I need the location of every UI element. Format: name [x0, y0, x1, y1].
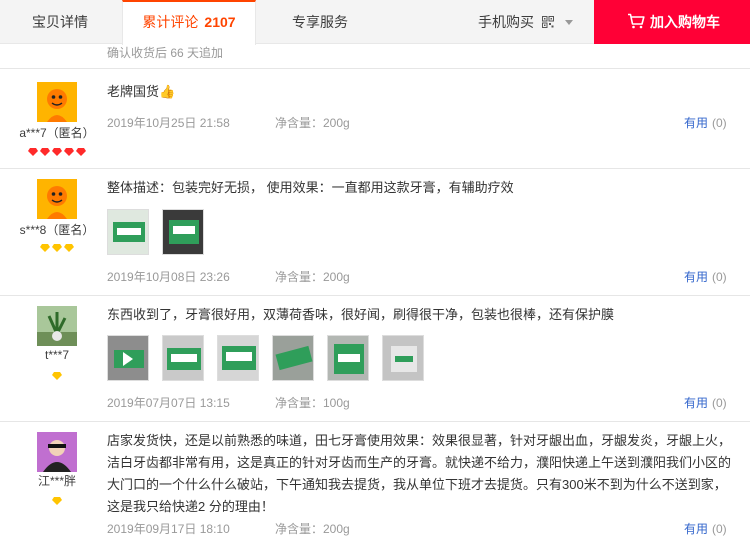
tab-reviews-label: 累计评论: [142, 14, 199, 30]
review-meta: 2019年10月08日 23:26 净含量：200g: [107, 268, 350, 285]
useful-label: 有用: [684, 522, 709, 536]
review-photo[interactable]: [327, 335, 369, 381]
review-meta: 2019年10月25日 21:58 净含量：200g: [107, 114, 350, 131]
review-text: 整体描述：包装完好无损， 使用效果：一直都用这款牙膏，有辅助疗效: [107, 180, 514, 195]
toothpaste-photo-icon: [273, 336, 313, 380]
review-date: 2019年10月25日 21:58: [107, 116, 230, 130]
orange-mascot-avatar: [37, 179, 77, 219]
toothpaste-photo-icon: [218, 336, 258, 380]
toothpaste-photo-icon: [108, 336, 148, 380]
useful-button[interactable]: 有用 (0): [684, 520, 727, 537]
review-date: 2019年07月07日 13:15: [107, 396, 230, 410]
useful-count: (0): [712, 396, 727, 410]
tab-service[interactable]: 专享服务: [256, 0, 384, 44]
tab-bar: 宝贝详情 累计评论 2107 专享服务 手机购买 加入购物车: [0, 0, 750, 45]
toothpaste-photo-icon: [163, 210, 203, 254]
review-text: 老牌国货👍: [107, 84, 176, 99]
review-meta: 2019年09月17日 18:10 净含量：200g: [107, 520, 350, 537]
review-item: t***7 东西收到了，牙膏很好用，双薄荷香味，很好闻，刷得很干净，包装也很棒，…: [0, 296, 750, 421]
tab-item-detail[interactable]: 宝贝详情: [0, 0, 120, 44]
chevron-down-icon[interactable]: [565, 20, 573, 25]
review-text: 店家发货快，还是以前熟悉的味道，田七牙膏使用效果：效果很显著，针对牙龈出血，牙龈…: [107, 433, 732, 514]
add-to-cart-button[interactable]: 加入购物车: [594, 0, 750, 44]
review-count: 2107: [204, 14, 236, 30]
reviewer-nickname: a***7（匿名）: [19, 126, 95, 140]
review-text: 东西收到了，牙膏很好用，双薄荷香味，很好闻，刷得很干净，包装也很棒，还有保护膜: [107, 307, 615, 322]
useful-count: (0): [712, 116, 727, 130]
gold-diamond-icon: [40, 243, 50, 252]
useful-button[interactable]: 有用 (0): [684, 394, 727, 411]
qr-code-icon[interactable]: [542, 16, 554, 28]
review-spec: 净含量：200g: [275, 522, 350, 536]
review-photo[interactable]: [272, 335, 314, 381]
red-heart-diamond-icon: [40, 147, 50, 156]
useful-count: (0): [712, 270, 727, 284]
review-date: 2019年09月17日 18:10: [107, 522, 230, 536]
review-item: a***7（匿名） 老牌国货👍 2019年10月25日 21:58 净含量：200…: [0, 69, 750, 168]
review-photo[interactable]: [217, 335, 259, 381]
review-item: s***8（匿名） 整体描述：包装完好无损， 使用效果：一直都用这款牙膏，有辅助…: [0, 169, 750, 295]
reviewer-level-badges: [0, 145, 114, 157]
review-photo[interactable]: [107, 335, 149, 381]
useful-button[interactable]: 有用 (0): [684, 114, 727, 131]
red-heart-diamond-icon: [64, 147, 74, 156]
orange-mascot-avatar: [37, 82, 77, 122]
review-spec: 净含量：200g: [275, 270, 350, 284]
gold-diamond-icon: [52, 243, 62, 252]
review-meta: 2019年07月07日 13:15 净含量：100g: [107, 394, 350, 411]
review-spec: 净含量：200g: [275, 116, 350, 130]
gold-diamond-icon: [64, 243, 74, 252]
tab-reviews[interactable]: 累计评论 2107: [122, 0, 256, 45]
review-spec: 净含量：100g: [275, 396, 350, 410]
cart-icon: [628, 13, 645, 29]
appended-review-note: 确认收货后 66 天追加: [107, 46, 224, 60]
review-date: 2019年10月08日 23:26: [107, 270, 230, 284]
person-photo-avatar: [37, 432, 77, 472]
toothpaste-photo-icon: [383, 336, 423, 380]
toothpaste-photo-icon: [163, 336, 203, 380]
reviewer-nickname: 江***胖: [37, 474, 76, 488]
reviewer-level-badges: [0, 241, 114, 253]
gold-diamond-icon: [52, 371, 62, 380]
review-item: 江***胖 店家发货快，还是以前熟悉的味道，田七牙膏使用效果：效果很显著，针对牙…: [0, 422, 750, 547]
useful-button[interactable]: 有用 (0): [684, 268, 727, 285]
useful-label: 有用: [684, 396, 709, 410]
review-photo[interactable]: [162, 209, 204, 255]
useful-label: 有用: [684, 116, 709, 130]
mobile-buy-link[interactable]: 手机购买: [478, 0, 534, 44]
red-heart-diamond-icon: [52, 147, 62, 156]
reviewer-level-badges: [0, 494, 114, 506]
review-photo[interactable]: [107, 209, 149, 255]
gold-diamond-icon: [52, 496, 62, 505]
reviewer-level-badges: [0, 369, 114, 381]
toothpaste-photo-icon: [328, 336, 368, 380]
useful-label: 有用: [684, 270, 709, 284]
useful-count: (0): [712, 522, 727, 536]
reviewer-nickname: t***7: [44, 348, 70, 362]
red-heart-diamond-icon: [28, 147, 38, 156]
add-to-cart-label: 加入购物车: [650, 14, 720, 30]
toothpaste-photo-icon: [108, 210, 148, 254]
red-heart-diamond-icon: [76, 147, 86, 156]
reviewer-nickname: s***8（匿名）: [19, 223, 95, 237]
plant-photo-avatar: [37, 306, 77, 346]
review-photo[interactable]: [162, 335, 204, 381]
review-photo[interactable]: [382, 335, 424, 381]
